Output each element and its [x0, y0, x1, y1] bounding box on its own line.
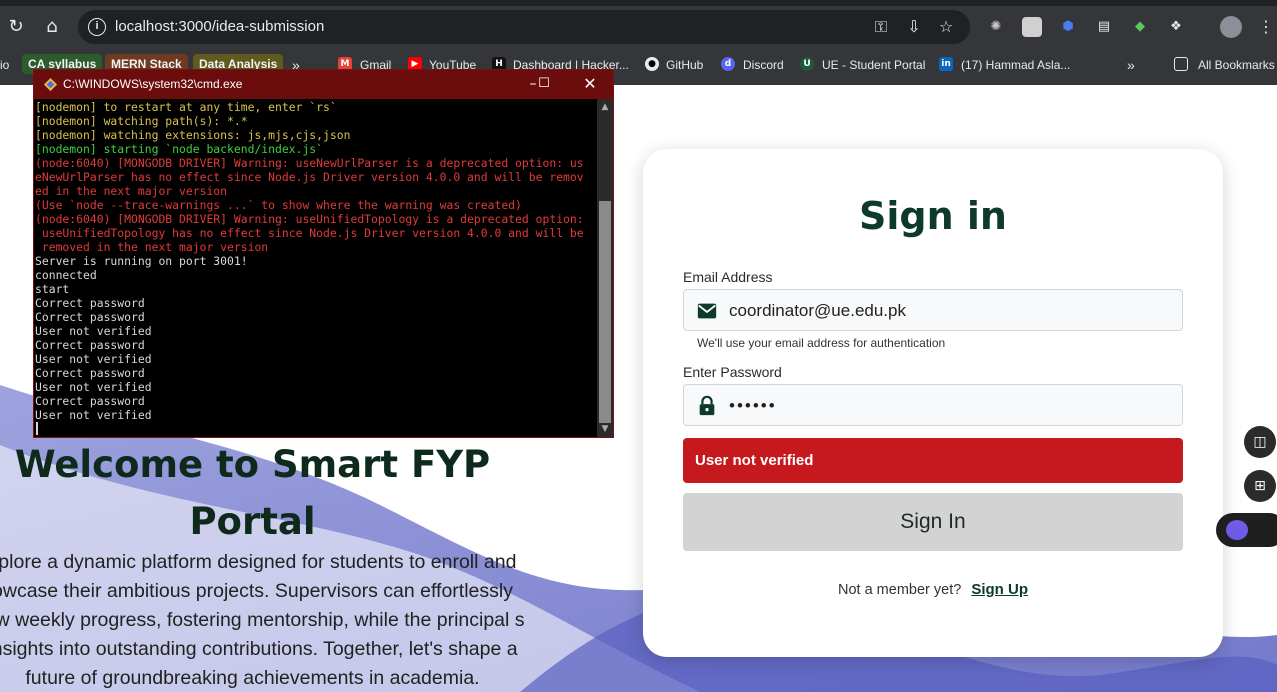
extension-printer-icon[interactable]: ▤ — [1094, 17, 1114, 37]
bookmark-github[interactable]: GitHub — [666, 54, 703, 76]
bookmark-ue-portal[interactable]: UE - Student Portal — [822, 54, 925, 76]
home-icon[interactable]: ⌂ — [40, 15, 64, 39]
assistant-face-icon — [1226, 520, 1248, 540]
signup-link[interactable]: Sign Up — [971, 581, 1028, 598]
cmd-output: [nodemon] to restart at any time, enter … — [35, 99, 597, 437]
cmd-line: Correct password — [35, 310, 145, 324]
scroll-thumb[interactable] — [599, 201, 611, 423]
address-bar[interactable]: i localhost:3000/idea-submission ⚿ ⇩ ☆ — [78, 10, 970, 44]
github-icon: ● — [645, 57, 659, 71]
all-bookmarks[interactable]: All Bookmarks — [1198, 54, 1275, 76]
tab-strip — [0, 0, 1277, 6]
scroll-up-icon[interactable]: ▲ — [597, 99, 613, 115]
cmd-scrollbar[interactable]: ▲ ▼ — [597, 99, 613, 437]
extensions-puzzle-icon[interactable]: ❖ — [1166, 17, 1186, 37]
mail-icon — [697, 303, 717, 319]
bookmark-linkedin[interactable]: (17) Hammad Asla... — [961, 54, 1070, 76]
hero-title: Welcome to Smart FYP Portal — [14, 443, 491, 543]
cmd-line: Correct password — [35, 366, 145, 380]
password-value: •••••• — [729, 396, 777, 415]
bookmarks-overflow-right[interactable]: » — [1127, 54, 1135, 76]
cmd-line: Correct password — [35, 338, 145, 352]
profile-avatar[interactable] — [1220, 16, 1242, 38]
install-app-icon[interactable]: ⇩ — [904, 17, 924, 37]
browser-menu-icon[interactable]: ⋮ — [1258, 15, 1274, 39]
signup-prompt-text: Not a member yet? — [837, 582, 962, 598]
cmd-line: [nodemon] to restart at any time, enter … — [35, 100, 337, 114]
cmd-line: User not verified — [35, 324, 152, 338]
cmd-line: ed in the next major version — [35, 184, 228, 198]
password-field[interactable]: •••••• — [683, 384, 1183, 426]
cmd-line: [nodemon] watching path(s): *.* — [35, 114, 248, 128]
cmd-line: useUnifiedTopology has no effect since N… — [35, 226, 584, 240]
bookmark-discord[interactable]: Discord — [743, 54, 784, 76]
apps-grid-icon[interactable]: ⊞ — [1244, 470, 1276, 502]
extension-photo-icon[interactable] — [1022, 17, 1042, 37]
reader-mode-icon[interactable]: ◫ — [1244, 426, 1276, 458]
email-helper-text: We'll use your email address for authent… — [697, 336, 946, 350]
cmd-line: (node:6040) [MONGODB DRIVER] Warning: us… — [35, 212, 584, 226]
cmd-line: start — [35, 282, 70, 296]
cmd-line: (Use `node --trace-warnings ...` to show… — [35, 198, 522, 212]
password-key-icon[interactable]: ⚿ — [871, 17, 891, 37]
cmd-line: User not verified — [35, 408, 152, 422]
cmd-line: [nodemon] watching extensions: js,mjs,cj… — [35, 128, 351, 142]
bookmark-star-icon[interactable]: ☆ — [936, 17, 956, 37]
cmd-line: removed in the next major version — [35, 240, 269, 254]
hero-description: xplore a dynamic platform designed for s… — [0, 551, 525, 689]
cmd-window[interactable]: C:\WINDOWS\system32\cmd.exe – ☐ ✕ [nodem… — [33, 69, 614, 438]
cmd-line: User not verified — [35, 380, 152, 394]
cmd-title: C:\WINDOWS\system32\cmd.exe — [63, 77, 243, 91]
reload-icon[interactable]: ↻ — [4, 15, 28, 39]
assistant-widget[interactable] — [1216, 513, 1277, 547]
lock-icon — [699, 395, 715, 416]
extension-chatgpt-icon[interactable]: ✺ — [986, 17, 1006, 37]
cmd-line: [nodemon] starting `node backend/index.j… — [35, 142, 324, 156]
email-label: Email Address — [683, 269, 773, 285]
discord-icon: d — [721, 57, 735, 71]
close-icon[interactable]: ✕ — [579, 74, 601, 94]
bookmark-item[interactable]: io — [0, 54, 9, 76]
password-label: Enter Password — [683, 364, 782, 380]
url-text: localhost:3000/idea-submission — [115, 18, 325, 35]
cmd-line: connected — [35, 268, 97, 282]
ue-portal-icon: U — [800, 57, 814, 71]
signin-button[interactable]: Sign In — [683, 493, 1183, 551]
cmd-app-icon — [43, 77, 58, 92]
error-message: User not verified — [695, 452, 814, 469]
email-field[interactable]: coordinator@ue.edu.pk — [683, 289, 1183, 331]
signin-card: Sign in Email Address coordinator@ue.edu… — [643, 149, 1223, 657]
signin-title: Sign in — [859, 194, 1007, 238]
cmd-line: eNewUrlParser has no effect since Node.j… — [35, 170, 584, 184]
cmd-titlebar[interactable]: C:\WINDOWS\system32\cmd.exe – ☐ ✕ — [34, 70, 613, 99]
scroll-down-icon[interactable]: ▼ — [597, 421, 613, 437]
cmd-line: User not verified — [35, 352, 152, 366]
cmd-line: Server is running on port 3001! — [35, 254, 248, 268]
maximize-icon[interactable]: ☐ — [533, 74, 555, 94]
linkedin-icon: in — [939, 57, 953, 71]
cmd-line: (node:6040) [MONGODB DRIVER] Warning: us… — [35, 156, 584, 170]
cmd-line: Correct password — [35, 394, 145, 408]
cmd-cursor — [36, 422, 38, 435]
cmd-line: Correct password — [35, 296, 145, 310]
email-value: coordinator@ue.edu.pk — [729, 301, 906, 320]
extension-color-icon[interactable]: ◆ — [1130, 17, 1150, 37]
error-alert: User not verified — [683, 438, 1183, 483]
extension-shield-icon[interactable]: ⬢ — [1058, 17, 1078, 37]
signup-prompt: Not a member yet? Sign Up — [643, 581, 1223, 598]
site-info-icon[interactable]: i — [88, 18, 106, 36]
folder-icon — [1174, 57, 1188, 71]
